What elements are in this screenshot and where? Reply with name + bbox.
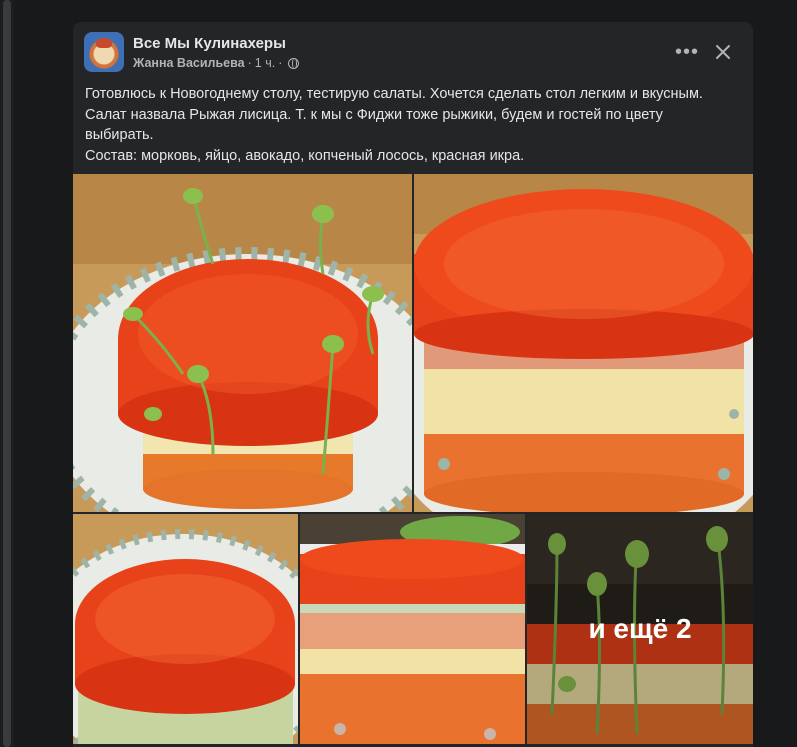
photo-5[interactable]: и ещё 2 [527,514,753,744]
photo-4[interactable] [300,514,525,744]
meta-separator: · [278,56,283,70]
more-options-button[interactable]: ••• [671,36,703,68]
post-card: Все Мы Кулинахеры Жанна Васильева · 1 ч.… [73,22,753,747]
group-name-link[interactable]: Все Мы Кулинахеры [133,35,286,52]
author-name-link[interactable]: Жанна Васильева [133,56,245,70]
meta-separator: · [247,56,252,70]
scrollbar-thumb[interactable] [3,0,11,747]
post-header: Все Мы Кулинахеры Жанна Васильева · 1 ч.… [73,22,753,82]
close-icon [716,45,730,59]
photo-2[interactable] [414,174,753,512]
post-time-link[interactable]: 1 ч. [255,56,275,70]
post-text-line: Салат назвала Рыжая лисица. Т. к мы с Фи… [85,106,663,144]
post-text-line: Готовлюсь к Новогоднему столу, тестирую … [85,86,703,102]
page-scrollbar[interactable] [0,0,14,747]
more-photos-label: и ещё 2 [588,613,692,644]
more-photos-overlay[interactable]: и ещё 2 [527,514,753,744]
post-text-line: Состав: морковь, яйцо, авокадо, копченый… [85,147,525,164]
photo-1[interactable] [73,174,412,512]
post-meta: Жанна Васильева · 1 ч. · [133,56,300,70]
photo-3[interactable] [73,514,298,744]
more-options-icon: ••• [674,40,699,63]
post-text: Готовлюсь к Новогоднему столу, тестирую … [85,84,735,166]
globe-icon [288,57,300,69]
close-post-button[interactable] [707,36,739,68]
group-avatar[interactable] [84,32,124,72]
